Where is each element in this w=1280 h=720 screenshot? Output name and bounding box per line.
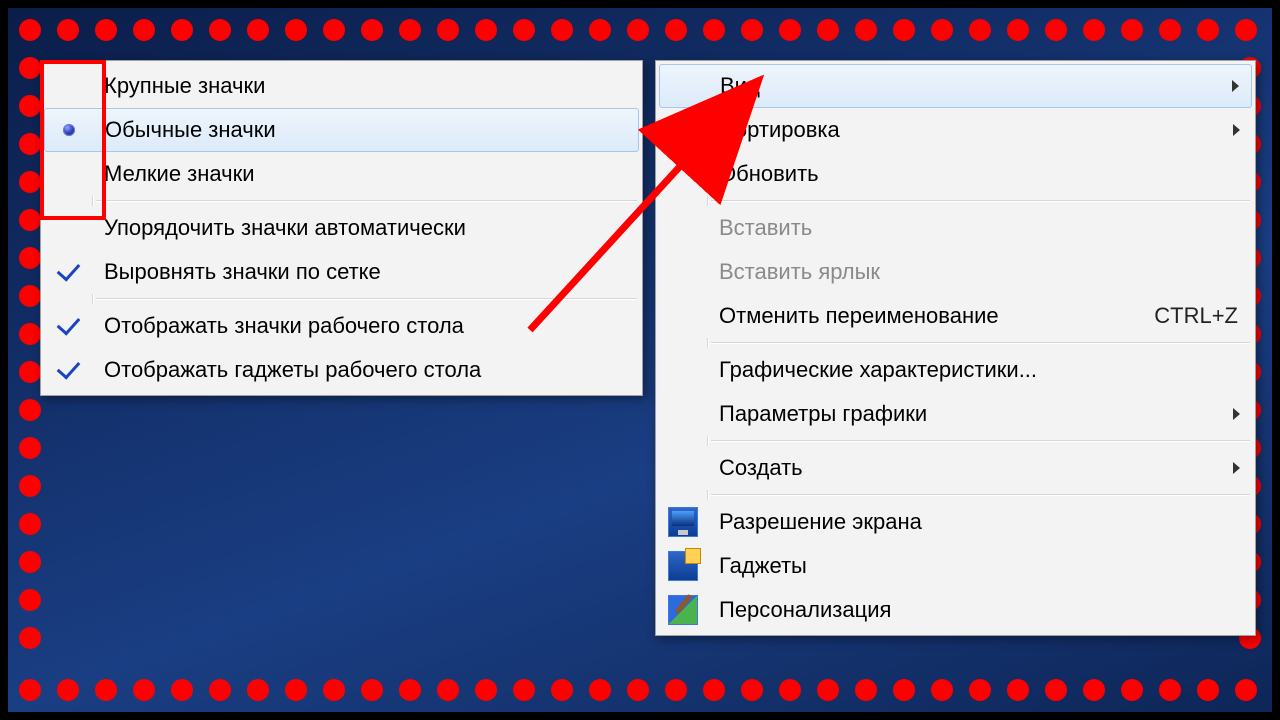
menu-item-label: Сортировка bbox=[707, 117, 1219, 143]
menu-item-gutter bbox=[45, 124, 93, 136]
menu-item-label: Параметры графики bbox=[707, 401, 1219, 427]
context-menu-item[interactable]: Вид bbox=[659, 64, 1252, 108]
view-submenu-item[interactable]: Крупные значки bbox=[44, 64, 639, 108]
menu-item-gutter bbox=[659, 595, 707, 625]
menu-item-label: Вставить ярлык bbox=[707, 259, 1244, 285]
menu-item-label: Отображать гаджеты рабочего стола bbox=[92, 357, 631, 383]
menu-item-label: Упорядочить значки автоматически bbox=[92, 215, 631, 241]
menu-item-label: Обычные значки bbox=[93, 117, 630, 143]
gadgets-icon bbox=[668, 551, 698, 581]
menu-item-label: Вставить bbox=[707, 215, 1244, 241]
menu-separator bbox=[96, 298, 637, 300]
menu-item-gutter bbox=[659, 551, 707, 581]
check-icon bbox=[56, 257, 80, 281]
menu-item-label: Крупные значки bbox=[92, 73, 631, 99]
check-icon bbox=[56, 355, 80, 379]
view-submenu-item[interactable]: Обычные значки bbox=[44, 108, 639, 152]
submenu-arrow-icon bbox=[1233, 462, 1240, 474]
menu-item-gutter bbox=[44, 361, 92, 380]
submenu-arrow-icon bbox=[1233, 408, 1240, 420]
context-menu-item[interactable]: Создать bbox=[659, 446, 1252, 490]
menu-item-label: Обновить bbox=[707, 161, 1244, 187]
menu-separator bbox=[96, 200, 637, 202]
menu-item-shortcut: CTRL+Z bbox=[1124, 303, 1244, 329]
context-menu-item[interactable]: Разрешение экрана bbox=[659, 500, 1252, 544]
menu-item-label: Гаджеты bbox=[707, 553, 1244, 579]
view-submenu-item[interactable]: Отображать гаджеты рабочего стола bbox=[44, 348, 639, 392]
submenu-arrow-icon bbox=[1232, 80, 1239, 92]
context-menu-item[interactable]: Персонализация bbox=[659, 588, 1252, 632]
context-menu-item[interactable]: Обновить bbox=[659, 152, 1252, 196]
menu-separator bbox=[711, 440, 1250, 442]
context-menu-item[interactable]: Сортировка bbox=[659, 108, 1252, 152]
menu-item-label: Вид bbox=[708, 73, 1218, 99]
menu-item-label: Разрешение экрана bbox=[707, 509, 1244, 535]
resolution-icon bbox=[668, 507, 698, 537]
context-menu-item: Вставить ярлык bbox=[659, 250, 1252, 294]
menu-item-label: Создать bbox=[707, 455, 1219, 481]
menu-separator bbox=[711, 342, 1250, 344]
menu-item-gutter bbox=[44, 317, 92, 336]
screenshot-stage: Вид Сортировка Обновить Вставить Вставить яр… bbox=[0, 0, 1280, 720]
view-submenu-item[interactable]: Упорядочить значки автоматически bbox=[44, 206, 639, 250]
menu-item-label: Персонализация bbox=[707, 597, 1244, 623]
menu-item-label: Отменить переименование bbox=[707, 303, 1124, 329]
context-menu-item[interactable]: Параметры графики bbox=[659, 392, 1252, 436]
radio-checked-icon bbox=[63, 124, 75, 136]
context-menu-item[interactable]: Отменить переименованиеCTRL+Z bbox=[659, 294, 1252, 338]
view-submenu[interactable]: Крупные значки Обычные значки Мелкие значк… bbox=[40, 60, 643, 396]
context-menu-item[interactable]: Графические характеристики... bbox=[659, 348, 1252, 392]
menu-separator bbox=[711, 200, 1250, 202]
view-submenu-item[interactable]: Мелкие значки bbox=[44, 152, 639, 196]
menu-separator bbox=[711, 494, 1250, 496]
menu-item-label: Выровнять значки по сетке bbox=[92, 259, 631, 285]
personalize-icon bbox=[668, 595, 698, 625]
check-icon bbox=[56, 311, 80, 335]
view-submenu-item[interactable]: Отображать значки рабочего стола bbox=[44, 304, 639, 348]
context-menu-item[interactable]: Гаджеты bbox=[659, 544, 1252, 588]
menu-item-label: Графические характеристики... bbox=[707, 357, 1244, 383]
menu-item-gutter bbox=[659, 507, 707, 537]
menu-item-label: Отображать значки рабочего стола bbox=[92, 313, 631, 339]
submenu-arrow-icon bbox=[1233, 124, 1240, 136]
menu-item-gutter bbox=[44, 263, 92, 282]
desktop-context-menu[interactable]: Вид Сортировка Обновить Вставить Вставить яр… bbox=[655, 60, 1256, 636]
menu-item-label: Мелкие значки bbox=[92, 161, 631, 187]
context-menu-item: Вставить bbox=[659, 206, 1252, 250]
view-submenu-item[interactable]: Выровнять значки по сетке bbox=[44, 250, 639, 294]
